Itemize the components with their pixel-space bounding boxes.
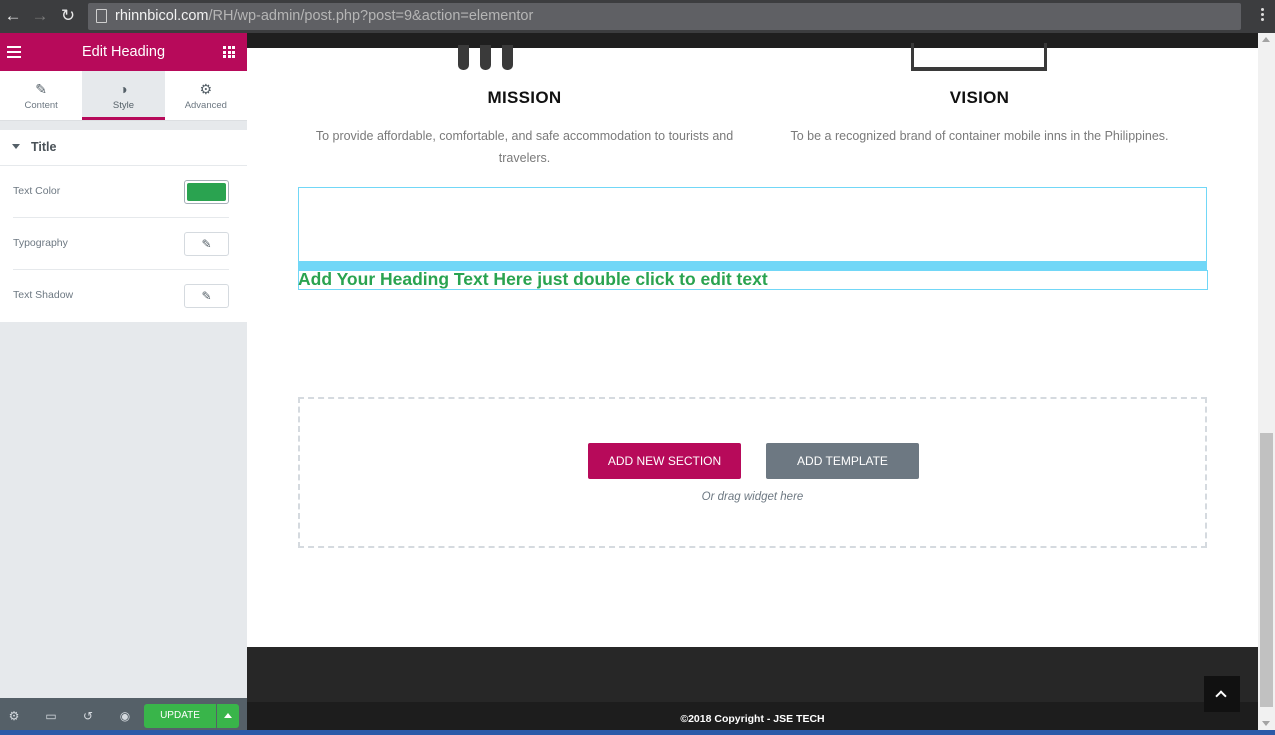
scroll-down-icon[interactable]: [1262, 721, 1270, 726]
responsive-icon[interactable]: ▭: [43, 708, 59, 724]
chevron-up-icon: [1215, 690, 1227, 702]
back-arrow-icon[interactable]: ←: [3, 6, 23, 26]
url-text: rhinnbicol.com/RH/wp-admin/post.php?post…: [115, 8, 534, 24]
style-controls: Text Color Typography ✎ Text Shadow ✎: [0, 166, 247, 322]
panel-tabs: ✎ Content ◑ Style ⚙ Advanced: [0, 71, 247, 121]
update-button[interactable]: UPDATE: [144, 704, 216, 728]
drag-hint: Or drag widget here: [701, 491, 804, 503]
add-new-section-button[interactable]: ADD NEW SECTION: [588, 443, 741, 479]
control-typography: Typography ✎: [13, 218, 229, 270]
editor-canvas: MISSION To provide affordable, comfortab…: [247, 33, 1258, 735]
control-text-shadow: Text Shadow ✎: [13, 270, 229, 322]
half-circle-icon: ◑: [119, 81, 128, 97]
vision-text: To be a recognized brand of container mo…: [790, 129, 1169, 143]
control-label: Typography: [13, 237, 68, 249]
tab-content-label: Content: [24, 100, 58, 111]
tab-advanced[interactable]: ⚙ Advanced: [165, 71, 247, 120]
copyright-text: ©2018 Copyright - JSE TECH: [680, 713, 825, 725]
control-label: Text Shadow: [13, 289, 74, 301]
caret-up-icon: [224, 713, 232, 718]
control-label: Text Color: [13, 185, 61, 197]
page-icon: [96, 9, 107, 23]
forward-arrow-icon[interactable]: →: [30, 6, 50, 26]
page-scrollbar[interactable]: [1258, 33, 1275, 735]
gear-icon: ⚙: [199, 81, 213, 97]
widgets-grid-icon[interactable]: [223, 46, 235, 58]
tab-advanced-label: Advanced: [184, 100, 227, 111]
pencil-icon: ✎: [201, 237, 212, 251]
color-swatch: [187, 183, 226, 201]
update-options-button[interactable]: [217, 704, 239, 728]
caret-down-icon: [12, 144, 20, 149]
add-section-area[interactable]: ADD NEW SECTION ADD TEMPLATE Or drag wid…: [298, 397, 1207, 548]
pencil-icon: ✎: [35, 81, 48, 97]
back-to-top-button[interactable]: [1204, 676, 1240, 712]
address-bar[interactable]: rhinnbicol.com/RH/wp-admin/post.php?post…: [88, 3, 1241, 30]
scroll-up-icon[interactable]: [1262, 37, 1270, 42]
elementor-panel: Edit Heading ✎ Content ◑ Style ⚙ Advance…: [0, 33, 247, 735]
browser-menu-icon[interactable]: [1259, 6, 1265, 26]
header-strip: [247, 33, 1258, 48]
panel-header: Edit Heading: [0, 33, 247, 71]
history-icon[interactable]: ↺: [80, 708, 96, 724]
tab-style[interactable]: ◑ Style: [82, 71, 165, 120]
vision-title: VISION: [949, 88, 1010, 107]
pencil-icon: ✎: [201, 289, 212, 303]
text-shadow-edit-button[interactable]: ✎: [184, 284, 229, 308]
color-picker-button[interactable]: [184, 180, 229, 204]
control-text-color: Text Color: [13, 166, 229, 218]
tab-content[interactable]: ✎ Content: [0, 71, 82, 120]
settings-icon[interactable]: ⚙: [6, 708, 22, 724]
vision-icon: [911, 43, 1047, 71]
scroll-thumb[interactable]: [1260, 433, 1273, 707]
add-template-button[interactable]: ADD TEMPLATE: [766, 443, 919, 479]
empty-section[interactable]: [298, 187, 1207, 262]
reload-icon[interactable]: ↻: [58, 6, 78, 26]
heading-text[interactable]: Add Your Heading Text Here just double c…: [298, 269, 768, 290]
panel-title: Edit Heading: [81, 44, 166, 60]
section-title-label: Title: [31, 140, 57, 154]
taskbar-edge: [0, 730, 1275, 735]
typography-edit-button[interactable]: ✎: [184, 232, 229, 256]
section-title-toggle[interactable]: Title: [0, 130, 247, 166]
mission-text: To provide affordable, comfortable, and …: [315, 129, 734, 165]
browser-toolbar: ← → ↻ rhinnbicol.com/RH/wp-admin/post.ph…: [0, 0, 1275, 33]
mission-icon: [456, 45, 516, 71]
mission-title: MISSION: [487, 88, 562, 107]
preview-icon[interactable]: ◉: [117, 708, 133, 724]
tab-style-label: Style: [112, 100, 135, 111]
